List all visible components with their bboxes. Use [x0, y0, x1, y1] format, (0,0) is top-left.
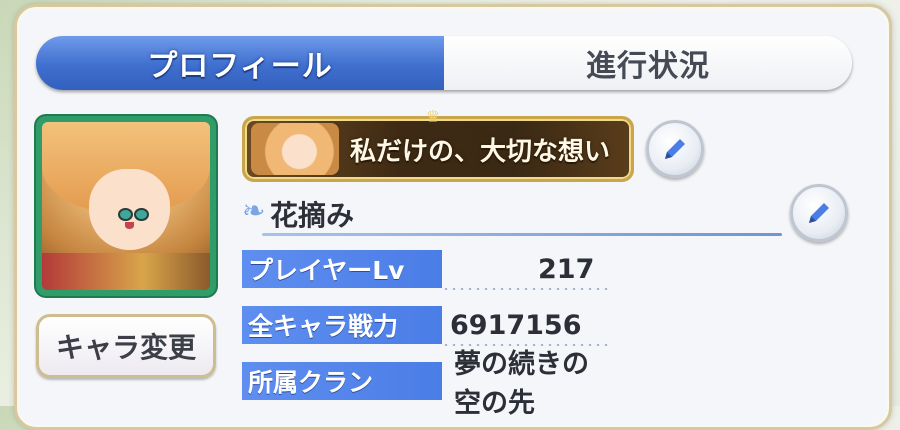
crown-icon: ♛ — [425, 107, 441, 126]
clan-value: 夢の続きの空の先 — [454, 349, 589, 419]
edit-name-button[interactable] — [790, 184, 848, 242]
player-name: 花摘み — [270, 199, 355, 232]
player-level-value: 217 — [538, 253, 595, 285]
tab-progress[interactable]: 進行状況 — [444, 36, 852, 90]
tab-profile[interactable]: プロフィール — [36, 36, 444, 90]
edit-title-button[interactable] — [646, 120, 704, 178]
total-power-label: 全キャラ戦力 — [242, 306, 442, 344]
change-character-button[interactable]: キャラ変更 — [36, 314, 216, 378]
info-row-player-level: プレイヤーLv 217 — [242, 250, 612, 290]
pencil-icon — [809, 203, 829, 223]
title-portrait-icon — [251, 123, 339, 175]
info-row-total-power: 全キャラ戦力 6917156 — [242, 306, 612, 346]
avatar[interactable] — [36, 116, 216, 296]
player-name-row: ❧ 花摘み — [242, 190, 782, 238]
clan-label: 所属クラン — [242, 362, 442, 400]
info-row-clan: 所属クラン 夢の続きの空の先 — [242, 349, 612, 419]
total-power-value: 6917156 — [450, 309, 582, 341]
pencil-icon — [665, 139, 685, 159]
name-underline — [262, 233, 782, 236]
player-level-label: プレイヤーLv — [242, 250, 442, 288]
tab-bar: プロフィール 進行状況 — [36, 36, 852, 90]
name-flourish-icon: ❧ — [242, 194, 266, 227]
character-portrait-icon — [42, 122, 210, 290]
title-text: 私だけの、大切な想い — [349, 136, 610, 167]
